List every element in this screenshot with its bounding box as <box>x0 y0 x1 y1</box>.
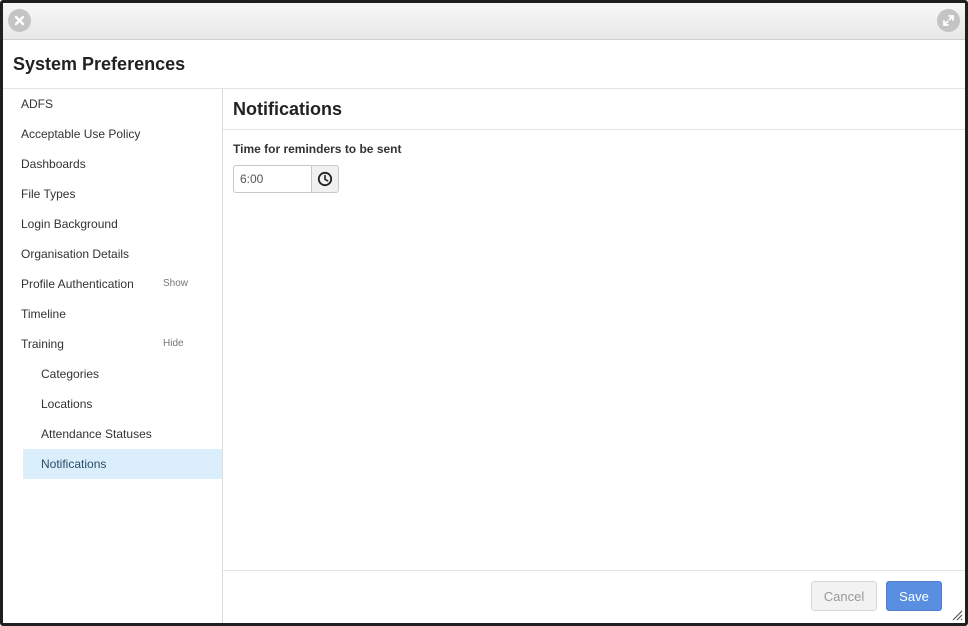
content-header: Notifications <box>223 89 965 130</box>
dialog-header: System Preferences <box>3 40 965 89</box>
sidebar-item-login-background[interactable]: Login Background <box>3 209 222 239</box>
sidebar-subitem-categories[interactable]: Categories <box>3 359 222 389</box>
clock-button[interactable] <box>311 165 339 193</box>
preferences-window: System Preferences ADFS Acceptable Use P… <box>0 0 968 626</box>
content-title: Notifications <box>233 99 343 119</box>
content-panel: Notifications Time for reminders to be s… <box>223 89 965 623</box>
dialog-title: System Preferences <box>13 54 186 74</box>
reminder-time-input[interactable] <box>233 165 311 193</box>
sidebar-item-timeline[interactable]: Timeline <box>3 299 222 329</box>
hide-toggle[interactable]: Hide <box>163 329 184 359</box>
sidebar-item-file-types[interactable]: File Types <box>3 179 222 209</box>
sidebar-item-label: Profile Authentication <box>21 277 134 291</box>
sidebar-item-label: Training <box>21 337 64 351</box>
cancel-button[interactable]: Cancel <box>811 581 877 611</box>
sidebar-item-profile-authentication[interactable]: Profile Authentication Show <box>3 269 222 299</box>
window-titlebar <box>3 3 965 40</box>
expand-icon <box>943 15 954 26</box>
sidebar-item-adfs[interactable]: ADFS <box>3 89 222 119</box>
expand-button[interactable] <box>937 9 960 32</box>
reminder-time-picker <box>233 165 339 193</box>
dialog-footer: Cancel Save <box>223 570 965 623</box>
close-button[interactable] <box>8 9 31 32</box>
resize-grip-icon[interactable] <box>951 609 963 621</box>
sidebar-item-acceptable-use-policy[interactable]: Acceptable Use Policy <box>3 119 222 149</box>
sidebar-subitem-locations[interactable]: Locations <box>3 389 222 419</box>
save-button[interactable]: Save <box>886 581 942 611</box>
sidebar-item-training[interactable]: Training Hide <box>3 329 222 359</box>
sidebar-item-dashboards[interactable]: Dashboards <box>3 149 222 179</box>
sidebar-subitem-notifications[interactable]: Notifications <box>23 449 222 479</box>
close-icon <box>14 15 25 26</box>
show-toggle[interactable]: Show <box>163 269 188 299</box>
preferences-sidebar: ADFS Acceptable Use Policy Dashboards Fi… <box>3 89 223 623</box>
sidebar-subitem-attendance-statuses[interactable]: Attendance Statuses <box>3 419 222 449</box>
reminder-time-label: Time for reminders to be sent <box>233 142 402 156</box>
clock-icon <box>317 171 333 187</box>
sidebar-item-organisation-details[interactable]: Organisation Details <box>3 239 222 269</box>
